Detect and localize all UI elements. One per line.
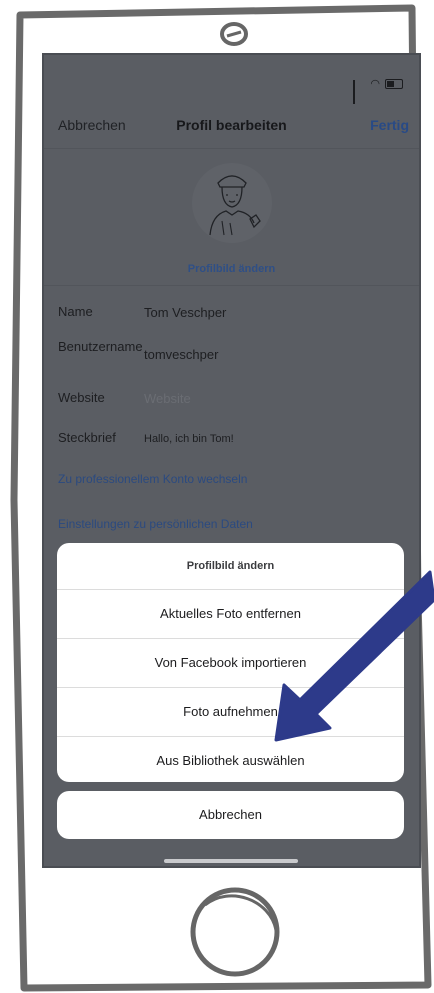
wifi-icon: ◠	[370, 78, 380, 90]
remove-photo-option[interactable]: Aktuelles Foto entfernen	[57, 590, 404, 639]
import-facebook-option[interactable]: Von Facebook importieren	[57, 639, 404, 688]
action-sheet: Profilbild ändern Aktuelles Foto entfern…	[57, 543, 404, 782]
action-sheet-title: Profilbild ändern	[57, 543, 404, 590]
form-row-website: Website Website	[44, 379, 419, 417]
field-label: Steckbrief	[58, 430, 116, 445]
battery-icon	[385, 79, 403, 89]
page-title: Profil bearbeiten	[176, 117, 287, 133]
change-profile-photo-link[interactable]: Profilbild ändern	[44, 263, 419, 275]
status-bar: ◠	[353, 78, 403, 104]
divider	[44, 285, 419, 286]
form-row-name: Name Tom Veschper	[44, 293, 419, 331]
form-row-bio: Steckbrief Hallo, ich bin Tom!	[44, 419, 419, 457]
switch-professional-link[interactable]: Zu professionellem Konto wechseln	[58, 472, 247, 486]
field-label: Benutzername	[58, 339, 143, 354]
bio-field[interactable]: Hallo, ich bin Tom!	[144, 433, 234, 445]
person-sketch-icon	[209, 175, 261, 236]
home-button-icon	[190, 887, 280, 977]
done-button[interactable]: Fertig	[370, 117, 409, 133]
website-field[interactable]: Website	[144, 391, 191, 406]
avatar[interactable]	[192, 163, 272, 243]
form-row-username: Benutzername tomveschper	[44, 335, 419, 373]
take-photo-option[interactable]: Foto aufnehmen	[57, 688, 404, 737]
navigation-bar: Abbrechen Profil bearbeiten Fertig	[44, 111, 419, 141]
action-sheet-cancel-button[interactable]: Abbrechen	[57, 791, 404, 839]
field-label: Name	[58, 304, 93, 319]
phone-screen: ◠ Abbrechen Profil bearbeiten Fertig Pro…	[42, 53, 421, 868]
field-label: Website	[58, 390, 105, 405]
username-field[interactable]: tomveschper	[144, 347, 218, 362]
home-indicator	[164, 859, 298, 863]
signal-icon	[353, 79, 365, 104]
divider	[44, 148, 419, 149]
personal-data-settings-link[interactable]: Einstellungen zu persönlichen Daten	[58, 517, 253, 531]
choose-from-library-option[interactable]: Aus Bibliothek auswählen	[57, 737, 404, 782]
name-field[interactable]: Tom Veschper	[144, 305, 226, 320]
speaker-icon	[220, 22, 248, 46]
